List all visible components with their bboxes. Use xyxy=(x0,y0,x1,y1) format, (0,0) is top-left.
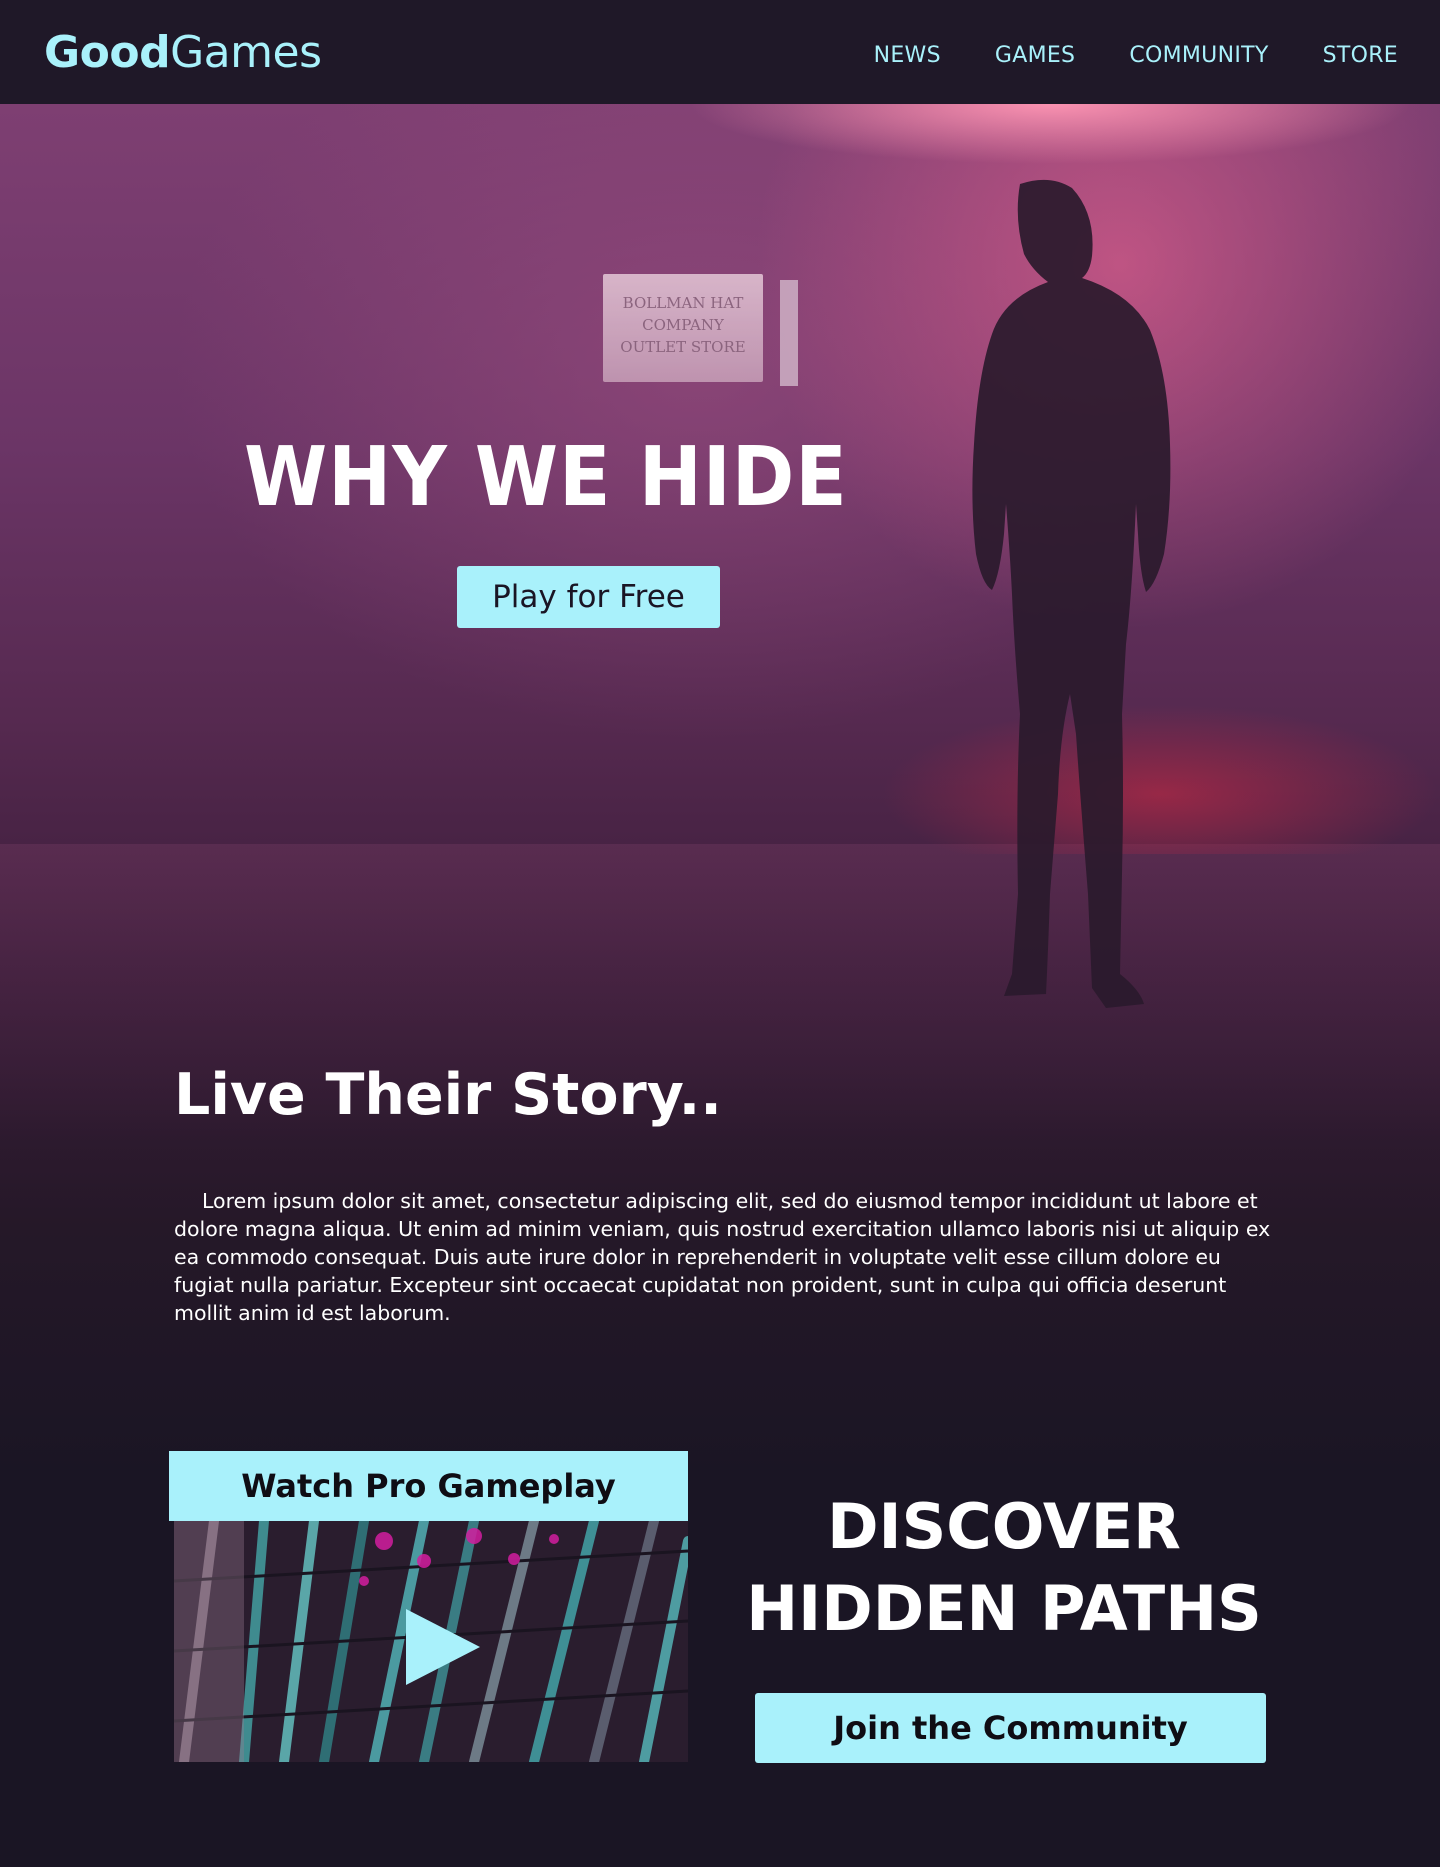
nav-links: NEWS GAMES COMMUNITY STORE xyxy=(874,43,1398,68)
play-icon[interactable] xyxy=(406,1609,480,1685)
discover-line-1: DISCOVER xyxy=(827,1490,1181,1563)
nav-link-news[interactable]: NEWS xyxy=(874,43,941,68)
top-navbar: GoodGames NEWS GAMES COMMUNITY STORE xyxy=(0,0,1440,104)
sign-line-1: BOLLMAN HAT xyxy=(622,294,744,312)
discover-heading: DISCOVER HIDDEN PATHS xyxy=(740,1486,1268,1650)
play-for-free-button[interactable]: Play for Free xyxy=(457,566,720,628)
nav-link-store[interactable]: STORE xyxy=(1323,43,1398,68)
hero-side-sign xyxy=(780,280,798,386)
hero-background-image: BOLLMAN HAT COMPANY OUTLET STORE xyxy=(0,104,1440,1664)
join-community-button[interactable]: Join the Community xyxy=(755,1693,1266,1763)
hero-store-sign: BOLLMAN HAT COMPANY OUTLET STORE xyxy=(603,274,763,382)
nav-link-community[interactable]: COMMUNITY xyxy=(1129,43,1268,68)
story-title: Live Their Story.. xyxy=(174,1062,722,1128)
story-body: Lorem ipsum dolor sit amet, consectetur … xyxy=(174,1189,1271,1325)
site-logo[interactable]: GoodGames xyxy=(44,27,322,78)
sign-line-3: OUTLET STORE xyxy=(620,338,746,356)
logo-games: Games xyxy=(170,26,322,78)
logo-good: Good xyxy=(44,26,171,78)
discover-line-2: HIDDEN PATHS xyxy=(746,1572,1262,1645)
hero-title: WHY WE HIDE xyxy=(244,430,848,525)
nav-link-games[interactable]: GAMES xyxy=(995,43,1075,68)
sign-line-2: COMPANY xyxy=(642,316,724,334)
hooded-figure-silhouette xyxy=(972,179,1171,1009)
watch-gameplay-header[interactable]: Watch Pro Gameplay xyxy=(169,1451,688,1521)
